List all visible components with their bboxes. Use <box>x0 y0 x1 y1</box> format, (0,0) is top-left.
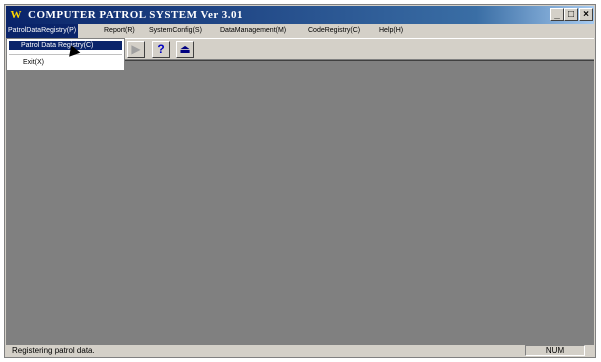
app-window: W COMPUTER PATROL SYSTEM Ver 3.01 _ □ × … <box>4 4 596 358</box>
help-icon[interactable]: ? <box>152 41 170 58</box>
menu-code-registry[interactable]: CodeRegistry(C) <box>306 24 362 38</box>
menu-system-config[interactable]: SystemConfig(S) <box>147 24 204 38</box>
menu-bar: PatrolDataRegistry(P) Report(R) SystemCo… <box>6 24 594 38</box>
title-bar[interactable]: W COMPUTER PATROL SYSTEM Ver 3.01 _ □ × <box>6 6 594 24</box>
window-title: COMPUTER PATROL SYSTEM Ver 3.01 <box>28 9 244 21</box>
close-button[interactable]: × <box>579 8 593 21</box>
mdi-workspace <box>6 60 594 345</box>
patrol-data-dropdown-menu: Patrol Data Registry(C) Exit(X) <box>6 38 125 71</box>
num-lock-indicator: NUM <box>525 345 585 356</box>
menu-item-exit[interactable]: Exit(X) <box>23 58 44 67</box>
play-icon[interactable]: ▶ <box>127 41 145 58</box>
menu-patrol-data-registry[interactable]: PatrolDataRegistry(P) <box>6 24 79 38</box>
minimize-button[interactable]: _ <box>550 8 564 21</box>
menu-report[interactable]: Report(R) <box>102 24 137 38</box>
app-icon: W <box>10 9 22 21</box>
exit-icon[interactable]: ⏏ <box>176 41 194 58</box>
status-bar: Registering patrol data. NUM <box>6 345 594 357</box>
menu-data-management[interactable]: DataManagement(M) <box>218 24 288 38</box>
status-message: Registering patrol data. <box>12 346 95 355</box>
menu-help[interactable]: Help(H) <box>377 24 405 38</box>
menu-separator <box>9 54 122 55</box>
maximize-button[interactable]: □ <box>564 8 578 21</box>
